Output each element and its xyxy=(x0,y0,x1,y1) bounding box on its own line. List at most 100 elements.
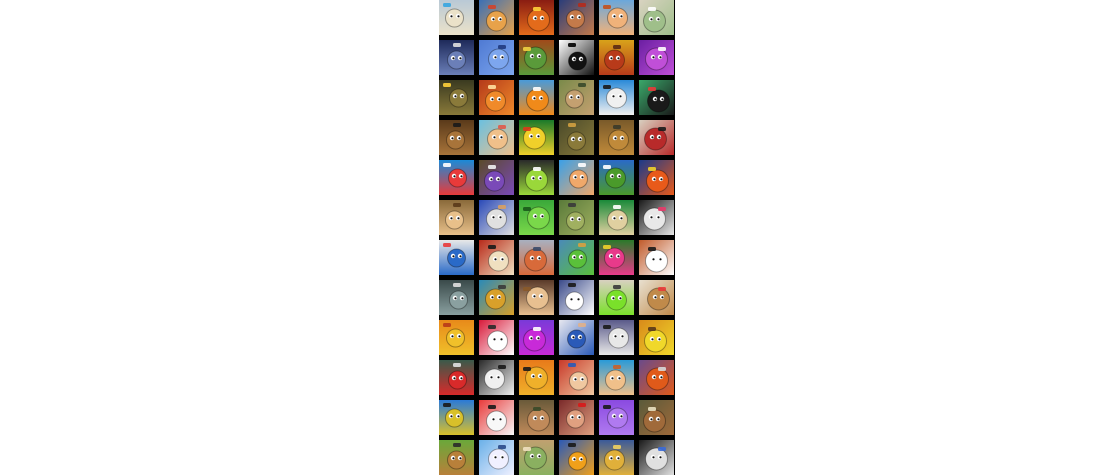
hedgehog-icon xyxy=(439,440,474,475)
game-thumbnail[interactable] xyxy=(599,80,634,115)
game-thumbnail[interactable] xyxy=(599,240,634,275)
army-jeep-icon xyxy=(559,120,594,155)
game-thumbnail[interactable] xyxy=(439,120,474,155)
game-thumbnail[interactable] xyxy=(439,400,474,435)
game-thumbnail[interactable] xyxy=(439,0,474,35)
game-thumbnail[interactable] xyxy=(479,120,514,155)
game-thumbnail[interactable] xyxy=(519,280,554,315)
game-thumbnail[interactable] xyxy=(639,360,674,395)
game-thumbnail[interactable] xyxy=(479,440,514,475)
game-thumbnail[interactable] xyxy=(439,200,474,235)
game-thumbnail[interactable] xyxy=(599,440,634,475)
game-thumbnail[interactable] xyxy=(639,80,674,115)
game-thumbnail[interactable] xyxy=(479,80,514,115)
unicorn-icon xyxy=(639,40,674,75)
game-thumbnail[interactable] xyxy=(559,80,594,115)
game-thumbnail[interactable] xyxy=(559,0,594,35)
game-thumbnail[interactable] xyxy=(439,440,474,475)
orange-cat-icon xyxy=(479,80,514,115)
game-thumbnail[interactable] xyxy=(519,240,554,275)
number-balls-icon xyxy=(559,160,594,195)
white-rabbit-icon xyxy=(479,400,514,435)
game-thumbnail[interactable] xyxy=(519,200,554,235)
orange-face-icon xyxy=(519,360,554,395)
game-thumbnail[interactable] xyxy=(559,120,594,155)
zebra-icon xyxy=(639,240,674,275)
game-thumbnail[interactable] xyxy=(639,160,674,195)
game-thumbnail[interactable] xyxy=(439,240,474,275)
lion-face-icon xyxy=(439,320,474,355)
game-thumbnail[interactable] xyxy=(559,360,594,395)
angry-red-block-icon xyxy=(439,160,474,195)
game-thumbnail[interactable] xyxy=(599,400,634,435)
game-thumbnail[interactable] xyxy=(479,280,514,315)
game-thumbnail[interactable] xyxy=(639,320,674,355)
game-thumbnail[interactable] xyxy=(479,320,514,355)
game-thumbnail[interactable] xyxy=(519,440,554,475)
game-thumbnail[interactable] xyxy=(439,40,474,75)
burning-man-icon xyxy=(599,40,634,75)
game-thumbnail[interactable] xyxy=(599,280,634,315)
game-thumbnail[interactable] xyxy=(559,440,594,475)
game-thumbnail[interactable] xyxy=(639,240,674,275)
room-door-icon xyxy=(439,0,474,35)
game-thumbnail[interactable] xyxy=(439,320,474,355)
city-skyline-icon xyxy=(519,40,554,75)
cool-block-icon xyxy=(559,440,594,475)
game-thumbnail[interactable] xyxy=(599,320,634,355)
green-bomb-icon xyxy=(599,280,634,315)
kitchen-room-icon xyxy=(639,0,674,35)
game-thumbnail[interactable] xyxy=(519,320,554,355)
swirl-icon xyxy=(639,160,674,195)
game-thumbnail[interactable] xyxy=(599,200,634,235)
game-thumbnail[interactable] xyxy=(559,200,594,235)
pink-flower-icon xyxy=(599,240,634,275)
tank-icon xyxy=(599,120,634,155)
game-thumbnail[interactable] xyxy=(639,200,674,235)
game-thumbnail[interactable] xyxy=(519,0,554,35)
game-thumbnail[interactable] xyxy=(479,40,514,75)
game-thumbnail[interactable] xyxy=(439,280,474,315)
game-thumbnail[interactable] xyxy=(599,40,634,75)
game-thumbnail[interactable] xyxy=(519,400,554,435)
game-thumbnail[interactable] xyxy=(559,160,594,195)
game-thumbnail[interactable] xyxy=(639,0,674,35)
game-thumbnail[interactable] xyxy=(599,160,634,195)
game-thumbnail[interactable] xyxy=(559,280,594,315)
game-thumbnail[interactable] xyxy=(439,360,474,395)
game-thumbnail[interactable] xyxy=(599,0,634,35)
game-thumbnail[interactable] xyxy=(599,360,634,395)
game-thumbnail[interactable] xyxy=(479,200,514,235)
game-thumbnail[interactable] xyxy=(479,160,514,195)
panda-bear-icon xyxy=(479,360,514,395)
game-thumbnail[interactable] xyxy=(519,360,554,395)
game-thumbnail[interactable] xyxy=(559,320,594,355)
game-thumbnail[interactable] xyxy=(559,40,594,75)
game-thumbnail[interactable] xyxy=(639,440,674,475)
game-thumbnail[interactable] xyxy=(639,120,674,155)
game-thumbnail[interactable] xyxy=(599,120,634,155)
game-thumbnail[interactable] xyxy=(519,40,554,75)
game-thumbnail[interactable] xyxy=(479,360,514,395)
masked-bandit-icon xyxy=(639,120,674,155)
game-thumbnail[interactable] xyxy=(479,400,514,435)
purple-blob-icon xyxy=(479,160,514,195)
game-thumbnail[interactable] xyxy=(519,120,554,155)
red-devil-icon xyxy=(479,320,514,355)
game-thumbnail[interactable] xyxy=(639,280,674,315)
checkered-racer-icon xyxy=(639,440,674,475)
cartoon-cow-icon xyxy=(639,280,674,315)
redhead-boy-icon xyxy=(599,0,634,35)
game-thumbnail[interactable] xyxy=(559,400,594,435)
soldier-icon xyxy=(559,80,594,115)
game-thumbnail[interactable] xyxy=(639,400,674,435)
game-thumbnail[interactable] xyxy=(479,240,514,275)
at-logo-icon xyxy=(559,40,594,75)
game-thumbnail[interactable] xyxy=(519,160,554,195)
game-thumbnail[interactable] xyxy=(559,240,594,275)
game-thumbnail[interactable] xyxy=(439,160,474,195)
game-thumbnail[interactable] xyxy=(519,80,554,115)
game-thumbnail[interactable] xyxy=(479,0,514,35)
game-thumbnail[interactable] xyxy=(439,80,474,115)
game-thumbnail[interactable] xyxy=(639,40,674,75)
